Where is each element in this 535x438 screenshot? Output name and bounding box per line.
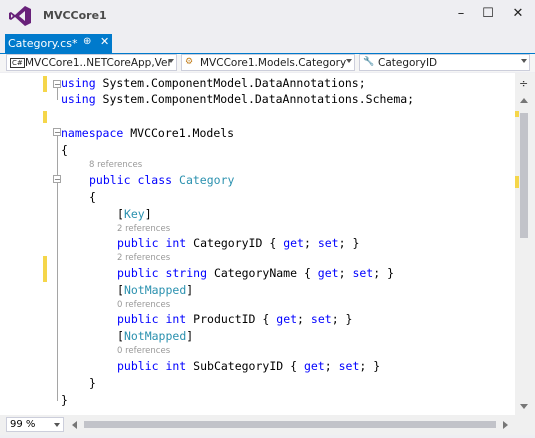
- window-title: MVCCore1: [43, 9, 107, 22]
- zoom-dropdown[interactable]: 99 %: [6, 417, 64, 432]
- code-line: public int CategoryID { get; set; }: [117, 236, 360, 250]
- member-dropdown[interactable]: 🔧 CategoryID: [359, 54, 530, 71]
- codelens-references[interactable]: 0 references: [117, 300, 170, 310]
- project-dropdown[interactable]: C# MVCCore1..NETCoreApp,Ver: [6, 54, 177, 71]
- tab-label: Category.cs*: [8, 37, 78, 50]
- code-line: {: [89, 190, 96, 204]
- vertical-scrollbar[interactable]: ÷: [515, 73, 535, 415]
- codelens-references[interactable]: 8 references: [89, 160, 142, 170]
- pin-tab-icon[interactable]: ⊕: [83, 36, 91, 47]
- close-tab-icon[interactable]: ✕: [100, 35, 109, 48]
- code-line: public int SubCategoryID { get; set; }: [117, 359, 381, 373]
- close-window-button[interactable]: ✕: [506, 4, 530, 24]
- codelens-references[interactable]: 2 references: [117, 224, 170, 234]
- chevron-down-icon: [521, 59, 527, 63]
- chevron-down-icon: [54, 423, 60, 427]
- class-dropdown-label: MVCCore1.Models.Category: [200, 57, 347, 69]
- member-dropdown-label: CategoryID: [378, 57, 438, 69]
- code-line: using System.ComponentModel.DataAnnotati…: [61, 92, 415, 106]
- wrench-property-icon: 🔧: [363, 57, 375, 67]
- collapse-toggle[interactable]: −: [53, 175, 61, 184]
- code-line: }: [61, 393, 68, 407]
- codelens-references[interactable]: 0 references: [117, 346, 170, 356]
- modified-line-marker: [43, 256, 47, 282]
- modified-line-marker: [43, 111, 47, 123]
- maximize-button[interactable]: ☐: [476, 4, 500, 24]
- code-line: }: [89, 376, 96, 390]
- scroll-down-icon[interactable]: [520, 404, 528, 409]
- outline-guide: [57, 88, 58, 100]
- title-bar: MVCCore1 – ☐ ✕: [0, 0, 535, 33]
- project-dropdown-label: MVCCore1..NETCoreApp,Ver: [25, 57, 172, 69]
- vertical-scroll-thumb[interactable]: [520, 113, 528, 238]
- codelens-references[interactable]: 2 references: [117, 253, 170, 263]
- document-tab-strip: Category.cs* ⊕ ✕: [0, 34, 535, 55]
- scroll-left-icon[interactable]: [72, 421, 77, 429]
- scroll-marker: [515, 176, 519, 188]
- scroll-up-icon[interactable]: [520, 98, 528, 103]
- csharp-project-icon: C#: [10, 58, 25, 68]
- class-dropdown[interactable]: ⚙ MVCCore1.Models.Category: [181, 54, 355, 71]
- horizontal-scrollbar: 99 %: [0, 415, 535, 435]
- outline-guide: [57, 183, 58, 381]
- code-line: [NotMapped]: [117, 329, 194, 343]
- scroll-right-icon[interactable]: [503, 421, 508, 429]
- modified-line-marker: [43, 76, 47, 92]
- code-line: [Key]: [117, 207, 152, 221]
- code-line: namespace MVCCore1.Models: [61, 126, 235, 140]
- zoom-level: 99 %: [10, 419, 36, 430]
- code-line: public class Category: [89, 173, 235, 187]
- class-icon: ⚙: [185, 57, 194, 67]
- navigation-bar: C# MVCCore1..NETCoreApp,Ver ⚙ MVCCore1.M…: [0, 54, 535, 72]
- code-line: using System.ComponentModel.DataAnnotati…: [61, 76, 366, 90]
- code-line: [NotMapped]: [117, 283, 194, 297]
- chevron-down-icon: [346, 59, 352, 63]
- scroll-marker: [515, 111, 519, 117]
- code-line: public string CategoryName { get; set; }: [117, 266, 394, 280]
- visual-studio-logo-icon: [9, 6, 31, 26]
- code-line: {: [61, 143, 68, 157]
- collapse-toggle[interactable]: −: [53, 128, 61, 137]
- chevron-down-icon: [168, 59, 174, 63]
- minimize-button[interactable]: –: [449, 4, 473, 24]
- tab-category-cs[interactable]: Category.cs* ⊕ ✕: [5, 34, 112, 53]
- horizontal-scroll-thumb[interactable]: [84, 421, 496, 428]
- code-editor[interactable]: − − − using System.ComponentModel.DataAn…: [0, 73, 515, 415]
- code-line: public int ProductID { get; set; }: [117, 312, 353, 326]
- split-editor-icon[interactable]: ÷: [519, 77, 528, 90]
- collapse-toggle[interactable]: −: [53, 80, 61, 89]
